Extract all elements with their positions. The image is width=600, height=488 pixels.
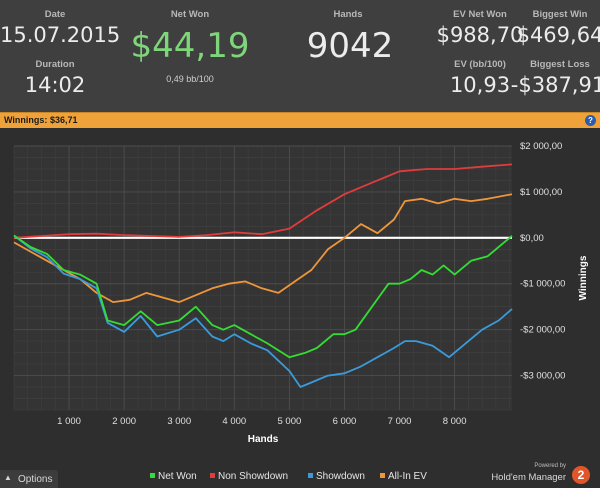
legend-label: Non Showdown xyxy=(218,471,289,482)
x-tick-label: 6 000 xyxy=(333,416,357,427)
x-tick-label: 1 000 xyxy=(57,416,81,427)
duration-label: Duration xyxy=(35,59,75,70)
footer: ▲ Options Net Won Non Showdown Showdown All… xyxy=(0,463,600,488)
winnings-value: $36,71 xyxy=(49,115,78,125)
legend-swatch xyxy=(380,473,385,478)
y-tick-label: $0,00 xyxy=(520,233,544,244)
hands-value: 9042 xyxy=(306,26,394,66)
legend-label: Net Won xyxy=(158,471,197,482)
x-tick-label: 8 000 xyxy=(443,416,467,427)
legend-label: All-In EV xyxy=(388,471,427,482)
triangle-up-icon: ▲ xyxy=(4,473,12,482)
brand-name: Hold'em Manager xyxy=(491,472,566,483)
stats-panel: Date 15.07.2015 Duration 14:02 Net Won $… xyxy=(0,0,600,112)
x-tick-label: 4 000 xyxy=(222,416,246,427)
x-tick-label: 5 000 xyxy=(277,416,301,427)
powered-by-text: Powered by xyxy=(534,463,566,469)
y-tick-label: $2 000,00 xyxy=(520,141,562,152)
legend-item[interactable]: Showdown xyxy=(308,471,365,482)
biggest-win-label: Biggest Win xyxy=(532,9,588,20)
net-won-label: Net Won xyxy=(170,9,210,20)
x-tick-label: 2 000 xyxy=(112,416,136,427)
net-won-value: $44,19 xyxy=(130,26,250,66)
legend-item[interactable]: Net Won xyxy=(150,471,197,482)
biggest-loss-value: -$387,91 xyxy=(510,73,600,97)
date-value: 15.07.2015 xyxy=(0,23,121,47)
hands-label: Hands xyxy=(333,9,363,20)
y-tick-label: -$2 000,00 xyxy=(520,325,565,336)
biggest-win-value: $469,64 xyxy=(516,23,600,47)
hm2-logo-icon: 2 xyxy=(572,466,590,484)
brand: Powered by Hold'em Manager 2 xyxy=(480,463,590,488)
winnings-chart: 1 000 2 000 3 000 4 000 5 000 6 000 7 000 8 000… xyxy=(13,141,589,445)
ev-bb-label: EV (bb/100) xyxy=(454,59,506,70)
help-icon[interactable]: ? xyxy=(585,115,596,126)
plot-background xyxy=(14,146,512,410)
y-tick-label: $1 000,00 xyxy=(520,187,562,198)
y-tick-label: -$1 000,00 xyxy=(520,279,565,290)
chart-area: 1 000 2 000 3 000 4 000 5 000 6 000 7 000 8 000… xyxy=(0,128,600,464)
y-tick-label: -$3 000,00 xyxy=(520,371,565,382)
biggest-loss-label: Biggest Loss xyxy=(530,59,590,70)
date-label: Date xyxy=(44,9,66,20)
legend-swatch xyxy=(308,473,313,478)
x-tick-label: 3 000 xyxy=(167,416,191,427)
winnings-label: Winnings: xyxy=(4,115,48,125)
bb-per-100: 0,49 bb/100 xyxy=(166,74,214,84)
ev-net-won-label: EV Net Won xyxy=(453,9,507,20)
options-button[interactable]: ▲ Options xyxy=(0,470,58,488)
x-axis-label: Hands xyxy=(248,434,279,445)
legend-item[interactable]: Non Showdown xyxy=(210,471,288,482)
legend-swatch xyxy=(210,473,215,478)
duration-value: 14:02 xyxy=(24,73,86,97)
legend-label: Showdown xyxy=(316,471,365,482)
x-tick-label: 7 000 xyxy=(388,416,412,427)
legend-item[interactable]: All-In EV xyxy=(380,471,427,482)
y-axis-label: Winnings xyxy=(578,255,589,300)
options-label: Options xyxy=(18,474,53,485)
winnings-summary: Winnings: $36,71 xyxy=(4,115,77,125)
winnings-bar: Winnings: $36,71 ? xyxy=(0,112,600,128)
legend-swatch xyxy=(150,473,155,478)
